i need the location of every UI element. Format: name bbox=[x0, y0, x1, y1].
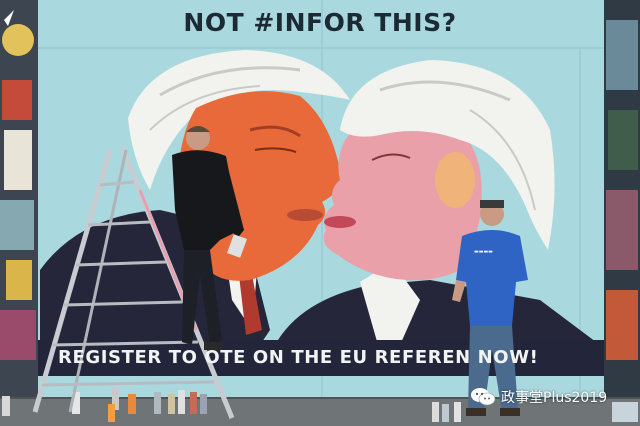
watermark: 政事堂Plus2019 bbox=[470, 386, 607, 408]
wechat-icon bbox=[471, 388, 496, 406]
mural-slogan: REGISTER TO OTE ON THE EU REFEREN NOW! bbox=[58, 347, 539, 368]
shirt-print: ▬▬▬▬ bbox=[474, 249, 493, 255]
right-graffiti-panel bbox=[604, 0, 640, 400]
left-graffiti-panel bbox=[0, 0, 38, 400]
mural-headline: NOT #INFOR THIS? bbox=[183, 8, 457, 37]
street-mural-photo: NOT #INFOR THIS? REGISTER TO OTE ON THE … bbox=[0, 0, 640, 426]
watermark-text: 政事堂Plus2019 bbox=[501, 390, 608, 406]
